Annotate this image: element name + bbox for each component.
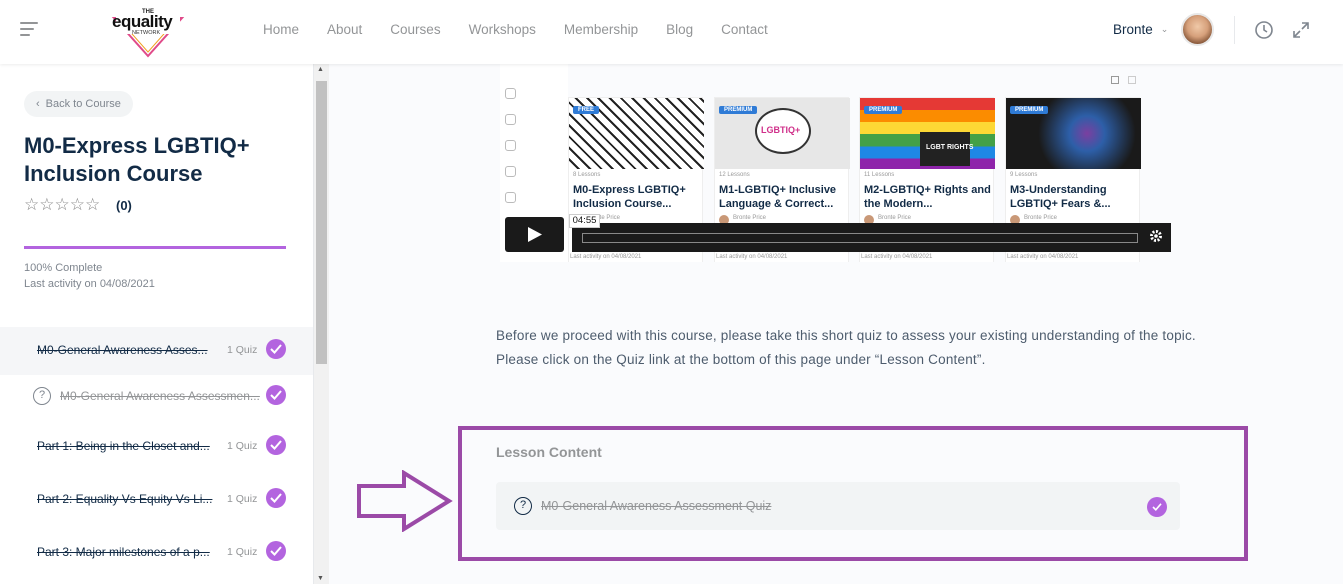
quiz-item[interactable]: ? M0-General Awareness Assessmen... [0, 373, 313, 421]
card-lessons: 8 Lessons [573, 172, 601, 178]
back-to-course-button[interactable]: ‹ Back to Course [24, 91, 133, 117]
check-icon [1147, 497, 1167, 517]
lesson-item[interactable]: Part 2: Equality Vs Equity Vs Li... 1 Qu… [0, 476, 313, 524]
user-name: Bronte [1113, 22, 1153, 37]
nav-blog[interactable]: Blog [666, 22, 693, 37]
rating-stars[interactable]: ☆☆☆☆☆ [24, 195, 100, 215]
card-badge: FREE [573, 106, 600, 114]
check-icon [266, 488, 286, 508]
card-image-text: LGBTIQ+ [761, 125, 801, 135]
lesson-title: Part 2: Equality Vs Equity Vs Li... [37, 492, 213, 506]
card-title: M1-LGBTIQ+ Inclusive Language & Correct.… [719, 184, 837, 210]
scrollbar-thumb[interactable] [316, 81, 327, 364]
play-button[interactable] [505, 217, 564, 252]
card-activity: Last activity on 04/08/2021 [861, 254, 933, 260]
logo-equality: equality [112, 12, 173, 31]
course-title: M0-Express LGBTIQ+ Inclusion Course [24, 133, 250, 186]
arrow-right-icon [357, 470, 453, 532]
scroll-down-icon[interactable]: ▼ [317, 575, 324, 582]
card-lessons: 11 Lessons [864, 172, 895, 178]
lesson-title: M0-General Awareness Asses... [37, 343, 208, 357]
quiz-title: M0-General Awareness Assessmen... [60, 389, 260, 403]
site-logo[interactable]: THE equality NETWORK [108, 2, 188, 58]
quiz-link-title: M0-General Awareness Assessment Quiz [541, 499, 772, 513]
chevron-down-icon: ⌄ [1160, 24, 1169, 34]
last-activity: Last activity on 04/08/2021 [24, 278, 155, 290]
check-icon [266, 385, 286, 405]
play-icon [528, 227, 542, 242]
avatar[interactable] [1181, 13, 1214, 46]
card-activity: Last activity on 04/08/2021 [716, 254, 788, 260]
expand-icon[interactable] [1291, 20, 1311, 40]
top-bar: THE equality NETWORK Home About Courses … [0, 0, 1343, 64]
check-icon [266, 339, 286, 359]
card-lessons: 12 Lessons [719, 172, 750, 178]
app-icon [505, 192, 516, 203]
lesson-item[interactable]: Part 3: Major milestones of a p... 1 Qui… [0, 529, 313, 577]
card-title: M0-Express LGBTIQ+ Inclusion Course... [573, 184, 686, 210]
menu-icon[interactable] [20, 22, 38, 38]
card-activity: Last activity on 04/08/2021 [1007, 254, 1079, 260]
logo-network: NETWORK [132, 30, 161, 36]
question-icon: ? [33, 387, 51, 405]
divider [1234, 16, 1235, 44]
list-view-icon [1128, 76, 1136, 84]
dark-mode-icon[interactable] [1254, 20, 1274, 40]
progress-track[interactable] [582, 233, 1138, 243]
settings-gear-icon[interactable] [1149, 229, 1163, 248]
app-icon [505, 140, 516, 151]
lesson-meta: 1 Quiz [227, 344, 258, 356]
lesson-title: Part 3: Major milestones of a p... [37, 545, 210, 559]
course-sidebar: ‹ Back to Course M0-Express LGBTIQ+ Inclu… [0, 64, 314, 584]
nav-contact[interactable]: Contact [721, 22, 768, 37]
chevron-left-icon: ‹ [36, 98, 40, 110]
nav-home[interactable]: Home [263, 22, 299, 37]
card-badge: PREMIUM [719, 106, 758, 114]
app-icon [505, 114, 516, 125]
card-activity: Last activity on 04/08/2021 [570, 254, 642, 260]
card-image-text: LGBT RIGHTS [926, 144, 974, 151]
lesson-title: Part 1: Being in the Closet and... [37, 439, 210, 453]
back-label: Back to Course [45, 98, 121, 110]
time-tooltip: 04:55 [569, 214, 600, 228]
main-nav: Home About Courses Workshops Membership … [263, 22, 768, 37]
app-icon [505, 88, 516, 99]
question-icon: ? [514, 497, 532, 515]
lesson-item[interactable]: Part 1: Being in the Closet and... 1 Qui… [0, 423, 313, 471]
check-icon [266, 435, 286, 455]
progress-text: 100% Complete [24, 262, 103, 274]
scroll-up-icon[interactable]: ▲ [317, 66, 324, 73]
app-icon [505, 166, 516, 177]
check-icon [266, 541, 286, 561]
card-lessons: 9 Lessons [1010, 172, 1038, 178]
card-title: M2-LGBTIQ+ Rights and the Modern... [864, 184, 991, 210]
lesson-meta: 1 Quiz [227, 493, 258, 505]
lesson-description: Before we proceed with this course, plea… [496, 328, 1196, 367]
card-badge: PREMIUM [864, 106, 903, 114]
card-title: M3-Understanding LGBTIQ+ Fears &... [1010, 184, 1111, 210]
grid-view-icon [1111, 76, 1119, 84]
lesson-meta: 1 Quiz [227, 546, 258, 558]
video-controls: 04:55 [505, 214, 1171, 252]
lesson-item[interactable]: M0-General Awareness Asses... 1 Quiz [0, 327, 313, 375]
lesson-meta: 1 Quiz [227, 440, 258, 452]
nav-about[interactable]: About [327, 22, 362, 37]
user-menu[interactable]: Bronte ⌄ [1113, 22, 1168, 37]
progress-bar [24, 246, 286, 249]
nav-courses[interactable]: Courses [390, 22, 440, 37]
nav-membership[interactable]: Membership [564, 22, 638, 37]
nav-workshops[interactable]: Workshops [469, 22, 536, 37]
quiz-link[interactable]: ? M0-General Awareness Assessment Quiz [496, 482, 1180, 530]
card-badge: PREMIUM [1010, 106, 1049, 114]
rating-count: (0) [116, 198, 132, 213]
lesson-content-heading: Lesson Content [496, 444, 602, 460]
